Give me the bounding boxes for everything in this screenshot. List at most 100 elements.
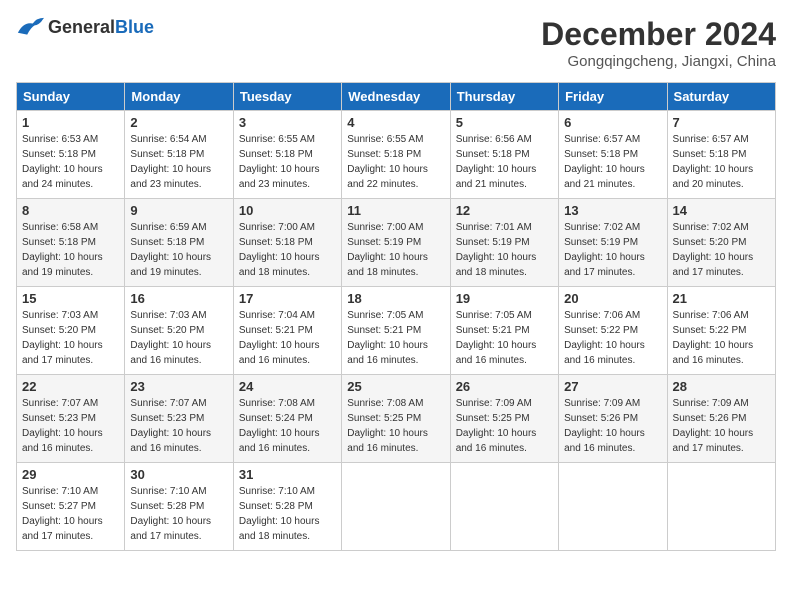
day-number: 15 xyxy=(22,291,119,306)
day-info: Sunrise: 7:04 AM Sunset: 5:21 PM Dayligh… xyxy=(239,308,336,368)
day-info: Sunrise: 6:55 AM Sunset: 5:18 PM Dayligh… xyxy=(239,132,336,192)
day-number: 13 xyxy=(564,203,661,218)
table-row: 2 Sunrise: 6:54 AM Sunset: 5:18 PM Dayli… xyxy=(125,111,233,199)
day-number: 16 xyxy=(130,291,227,306)
table-row: 19 Sunrise: 7:05 AM Sunset: 5:21 PM Dayl… xyxy=(450,287,558,375)
table-row: 28 Sunrise: 7:09 AM Sunset: 5:26 PM Dayl… xyxy=(667,375,775,463)
day-info: Sunrise: 7:05 AM Sunset: 5:21 PM Dayligh… xyxy=(456,308,553,368)
day-number: 5 xyxy=(456,115,553,130)
table-row: 4 Sunrise: 6:55 AM Sunset: 5:18 PM Dayli… xyxy=(342,111,450,199)
calendar-row: 29 Sunrise: 7:10 AM Sunset: 5:27 PM Dayl… xyxy=(17,463,776,551)
day-number: 3 xyxy=(239,115,336,130)
day-info: Sunrise: 7:10 AM Sunset: 5:28 PM Dayligh… xyxy=(130,484,227,544)
table-row: 5 Sunrise: 6:56 AM Sunset: 5:18 PM Dayli… xyxy=(450,111,558,199)
table-row xyxy=(450,463,558,551)
day-number: 18 xyxy=(347,291,444,306)
calendar-header-row: Sunday Monday Tuesday Wednesday Thursday… xyxy=(17,83,776,111)
table-row: 22 Sunrise: 7:07 AM Sunset: 5:23 PM Dayl… xyxy=(17,375,125,463)
day-info: Sunrise: 7:10 AM Sunset: 5:27 PM Dayligh… xyxy=(22,484,119,544)
location-title: Gongqingcheng, Jiangxi, China xyxy=(541,53,776,70)
day-number: 19 xyxy=(456,291,553,306)
table-row: 17 Sunrise: 7:04 AM Sunset: 5:21 PM Dayl… xyxy=(233,287,341,375)
logo-text: GeneralBlue xyxy=(48,17,154,38)
day-info: Sunrise: 6:56 AM Sunset: 5:18 PM Dayligh… xyxy=(456,132,553,192)
table-row: 25 Sunrise: 7:08 AM Sunset: 5:25 PM Dayl… xyxy=(342,375,450,463)
day-info: Sunrise: 7:07 AM Sunset: 5:23 PM Dayligh… xyxy=(130,396,227,456)
day-info: Sunrise: 7:08 AM Sunset: 5:25 PM Dayligh… xyxy=(347,396,444,456)
day-info: Sunrise: 6:55 AM Sunset: 5:18 PM Dayligh… xyxy=(347,132,444,192)
day-info: Sunrise: 6:58 AM Sunset: 5:18 PM Dayligh… xyxy=(22,220,119,280)
calendar-table: Sunday Monday Tuesday Wednesday Thursday… xyxy=(16,82,776,551)
table-row: 20 Sunrise: 7:06 AM Sunset: 5:22 PM Dayl… xyxy=(559,287,667,375)
table-row: 31 Sunrise: 7:10 AM Sunset: 5:28 PM Dayl… xyxy=(233,463,341,551)
day-info: Sunrise: 7:10 AM Sunset: 5:28 PM Dayligh… xyxy=(239,484,336,544)
title-section: December 2024 Gongqingcheng, Jiangxi, Ch… xyxy=(541,16,776,70)
table-row: 10 Sunrise: 7:00 AM Sunset: 5:18 PM Dayl… xyxy=(233,199,341,287)
day-info: Sunrise: 7:06 AM Sunset: 5:22 PM Dayligh… xyxy=(564,308,661,368)
table-row: 15 Sunrise: 7:03 AM Sunset: 5:20 PM Dayl… xyxy=(17,287,125,375)
day-number: 14 xyxy=(673,203,770,218)
table-row: 14 Sunrise: 7:02 AM Sunset: 5:20 PM Dayl… xyxy=(667,199,775,287)
day-info: Sunrise: 7:05 AM Sunset: 5:21 PM Dayligh… xyxy=(347,308,444,368)
day-info: Sunrise: 7:09 AM Sunset: 5:26 PM Dayligh… xyxy=(673,396,770,456)
day-info: Sunrise: 7:03 AM Sunset: 5:20 PM Dayligh… xyxy=(22,308,119,368)
table-row: 3 Sunrise: 6:55 AM Sunset: 5:18 PM Dayli… xyxy=(233,111,341,199)
table-row: 21 Sunrise: 7:06 AM Sunset: 5:22 PM Dayl… xyxy=(667,287,775,375)
day-number: 23 xyxy=(130,379,227,394)
day-number: 25 xyxy=(347,379,444,394)
table-row: 26 Sunrise: 7:09 AM Sunset: 5:25 PM Dayl… xyxy=(450,375,558,463)
day-info: Sunrise: 7:00 AM Sunset: 5:19 PM Dayligh… xyxy=(347,220,444,280)
header-tuesday: Tuesday xyxy=(233,83,341,111)
table-row xyxy=(559,463,667,551)
day-info: Sunrise: 7:03 AM Sunset: 5:20 PM Dayligh… xyxy=(130,308,227,368)
day-number: 24 xyxy=(239,379,336,394)
day-info: Sunrise: 7:08 AM Sunset: 5:24 PM Dayligh… xyxy=(239,396,336,456)
logo-icon xyxy=(16,16,44,38)
day-info: Sunrise: 6:54 AM Sunset: 5:18 PM Dayligh… xyxy=(130,132,227,192)
day-number: 31 xyxy=(239,467,336,482)
day-number: 11 xyxy=(347,203,444,218)
table-row: 6 Sunrise: 6:57 AM Sunset: 5:18 PM Dayli… xyxy=(559,111,667,199)
day-number: 1 xyxy=(22,115,119,130)
day-number: 17 xyxy=(239,291,336,306)
day-number: 29 xyxy=(22,467,119,482)
day-number: 30 xyxy=(130,467,227,482)
day-info: Sunrise: 7:07 AM Sunset: 5:23 PM Dayligh… xyxy=(22,396,119,456)
calendar-row: 22 Sunrise: 7:07 AM Sunset: 5:23 PM Dayl… xyxy=(17,375,776,463)
table-row: 16 Sunrise: 7:03 AM Sunset: 5:20 PM Dayl… xyxy=(125,287,233,375)
day-info: Sunrise: 7:00 AM Sunset: 5:18 PM Dayligh… xyxy=(239,220,336,280)
day-number: 9 xyxy=(130,203,227,218)
month-title: December 2024 xyxy=(541,16,776,53)
header-saturday: Saturday xyxy=(667,83,775,111)
header-monday: Monday xyxy=(125,83,233,111)
calendar-row: 1 Sunrise: 6:53 AM Sunset: 5:18 PM Dayli… xyxy=(17,111,776,199)
table-row: 23 Sunrise: 7:07 AM Sunset: 5:23 PM Dayl… xyxy=(125,375,233,463)
day-info: Sunrise: 7:09 AM Sunset: 5:25 PM Dayligh… xyxy=(456,396,553,456)
day-number: 26 xyxy=(456,379,553,394)
table-row: 27 Sunrise: 7:09 AM Sunset: 5:26 PM Dayl… xyxy=(559,375,667,463)
day-number: 10 xyxy=(239,203,336,218)
table-row: 13 Sunrise: 7:02 AM Sunset: 5:19 PM Dayl… xyxy=(559,199,667,287)
day-info: Sunrise: 6:53 AM Sunset: 5:18 PM Dayligh… xyxy=(22,132,119,192)
day-info: Sunrise: 7:02 AM Sunset: 5:19 PM Dayligh… xyxy=(564,220,661,280)
table-row xyxy=(342,463,450,551)
day-number: 6 xyxy=(564,115,661,130)
day-number: 8 xyxy=(22,203,119,218)
table-row: 1 Sunrise: 6:53 AM Sunset: 5:18 PM Dayli… xyxy=(17,111,125,199)
table-row: 24 Sunrise: 7:08 AM Sunset: 5:24 PM Dayl… xyxy=(233,375,341,463)
calendar-row: 8 Sunrise: 6:58 AM Sunset: 5:18 PM Dayli… xyxy=(17,199,776,287)
day-number: 2 xyxy=(130,115,227,130)
day-info: Sunrise: 6:57 AM Sunset: 5:18 PM Dayligh… xyxy=(564,132,661,192)
day-info: Sunrise: 7:06 AM Sunset: 5:22 PM Dayligh… xyxy=(673,308,770,368)
header-friday: Friday xyxy=(559,83,667,111)
day-info: Sunrise: 7:09 AM Sunset: 5:26 PM Dayligh… xyxy=(564,396,661,456)
header-sunday: Sunday xyxy=(17,83,125,111)
table-row: 9 Sunrise: 6:59 AM Sunset: 5:18 PM Dayli… xyxy=(125,199,233,287)
table-row: 29 Sunrise: 7:10 AM Sunset: 5:27 PM Dayl… xyxy=(17,463,125,551)
day-info: Sunrise: 7:01 AM Sunset: 5:19 PM Dayligh… xyxy=(456,220,553,280)
day-number: 28 xyxy=(673,379,770,394)
calendar-row: 15 Sunrise: 7:03 AM Sunset: 5:20 PM Dayl… xyxy=(17,287,776,375)
table-row: 30 Sunrise: 7:10 AM Sunset: 5:28 PM Dayl… xyxy=(125,463,233,551)
day-number: 21 xyxy=(673,291,770,306)
day-number: 4 xyxy=(347,115,444,130)
